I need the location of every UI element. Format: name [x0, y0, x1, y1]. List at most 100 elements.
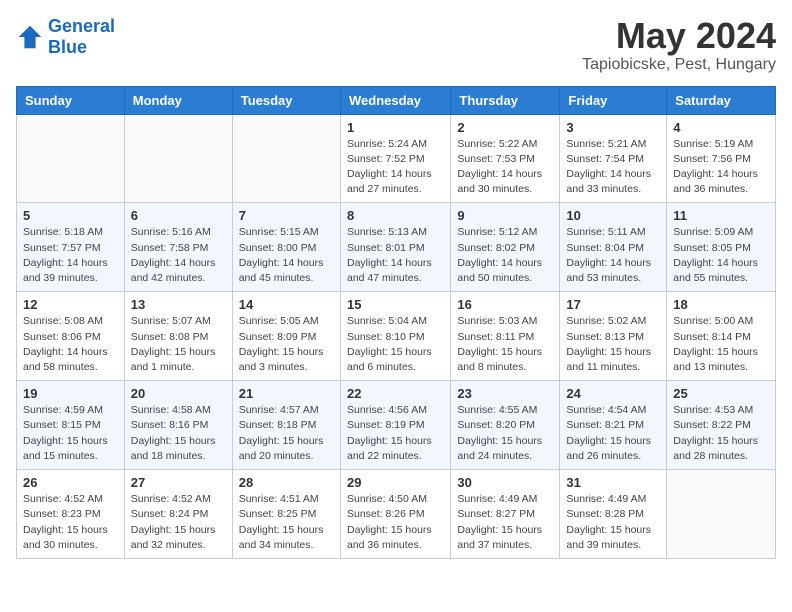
calendar-cell: 21 Sunrise: 4:57 AM Sunset: 8:18 PM Dayli… [232, 381, 340, 470]
calendar-cell: 23 Sunrise: 4:55 AM Sunset: 8:20 PM Dayli… [451, 381, 560, 470]
day-number: 23 [457, 386, 553, 401]
col-wednesday: Wednesday [340, 86, 450, 114]
calendar-table: Sunday Monday Tuesday Wednesday Thursday… [16, 86, 776, 559]
calendar-cell: 31Sunrise: 4:49 AM Sunset: 8:28 PM Dayli… [560, 470, 667, 559]
day-info: Sunrise: 4:51 AM Sunset: 8:25 PM Dayligh… [239, 492, 334, 553]
day-number: 19 [23, 386, 118, 401]
day-number: 5 [23, 208, 118, 223]
day-info: Sunrise: 4:58 AM Sunset: 8:16 PM Dayligh… [131, 403, 226, 464]
calendar-cell: 28 Sunrise: 4:51 AM Sunset: 8:25 PM Dayli… [232, 470, 340, 559]
col-monday: Monday [124, 86, 232, 114]
calendar-cell: 25 Sunrise: 4:53 AM Sunset: 8:22 PM Dayli… [667, 381, 776, 470]
logo-text: General Blue [48, 16, 115, 58]
calendar-week-row: 5Sunrise: 5:18 AM Sunset: 7:57 PM Daylig… [17, 203, 776, 292]
day-info: Sunrise: 5:15 AM Sunset: 8:00 PM Dayligh… [239, 225, 334, 286]
day-number: 26 [23, 475, 118, 490]
day-number: 22 [347, 386, 444, 401]
calendar-cell: 4 Sunrise: 5:19 AM Sunset: 7:56 PM Daylig… [667, 114, 776, 203]
calendar-cell [17, 114, 125, 203]
day-number: 31 [566, 475, 660, 490]
day-number: 9 [457, 208, 553, 223]
day-number: 3 [566, 120, 660, 135]
calendar-cell: 26 Sunrise: 4:52 AM Sunset: 8:23 PM Dayli… [17, 470, 125, 559]
day-info: Sunrise: 5:08 AM Sunset: 8:06 PM Dayligh… [23, 314, 118, 375]
calendar-cell: 15 Sunrise: 5:04 AM Sunset: 8:10 PM Dayli… [340, 292, 450, 381]
col-thursday: Thursday [451, 86, 560, 114]
day-info: Sunrise: 5:09 AM Sunset: 8:05 PM Dayligh… [673, 225, 769, 286]
logo-icon [16, 23, 44, 51]
calendar-cell: 8 Sunrise: 5:13 AM Sunset: 8:01 PM Daylig… [340, 203, 450, 292]
day-number: 28 [239, 475, 334, 490]
day-info: Sunrise: 5:19 AM Sunset: 7:56 PM Dayligh… [673, 137, 769, 198]
calendar-cell [667, 470, 776, 559]
calendar-cell: 22Sunrise: 4:56 AM Sunset: 8:19 PM Dayli… [340, 381, 450, 470]
calendar-cell: 10 Sunrise: 5:11 AM Sunset: 8:04 PM Dayli… [560, 203, 667, 292]
calendar-cell: 17Sunrise: 5:02 AM Sunset: 8:13 PM Dayli… [560, 292, 667, 381]
title-block: May 2024 Tapiobicske, Pest, Hungary [582, 16, 776, 74]
calendar-cell: 27 Sunrise: 4:52 AM Sunset: 8:24 PM Dayli… [124, 470, 232, 559]
day-info: Sunrise: 4:52 AM Sunset: 8:24 PM Dayligh… [131, 492, 226, 553]
day-number: 18 [673, 297, 769, 312]
day-number: 29 [347, 475, 444, 490]
day-info: Sunrise: 4:55 AM Sunset: 8:20 PM Dayligh… [457, 403, 553, 464]
col-tuesday: Tuesday [232, 86, 340, 114]
day-info: Sunrise: 5:22 AM Sunset: 7:53 PM Dayligh… [457, 137, 553, 198]
day-number: 15 [347, 297, 444, 312]
calendar-cell: 2 Sunrise: 5:22 AM Sunset: 7:53 PM Daylig… [451, 114, 560, 203]
day-number: 4 [673, 120, 769, 135]
day-info: Sunrise: 5:16 AM Sunset: 7:58 PM Dayligh… [131, 225, 226, 286]
day-info: Sunrise: 5:07 AM Sunset: 8:08 PM Dayligh… [131, 314, 226, 375]
calendar-cell [124, 114, 232, 203]
calendar-cell: 11Sunrise: 5:09 AM Sunset: 8:05 PM Dayli… [667, 203, 776, 292]
col-saturday: Saturday [667, 86, 776, 114]
month-title: May 2024 [582, 16, 776, 56]
calendar-cell: 7 Sunrise: 5:15 AM Sunset: 8:00 PM Daylig… [232, 203, 340, 292]
day-number: 16 [457, 297, 553, 312]
day-number: 20 [131, 386, 226, 401]
col-sunday: Sunday [17, 86, 125, 114]
day-info: Sunrise: 5:11 AM Sunset: 8:04 PM Dayligh… [566, 225, 660, 286]
day-info: Sunrise: 4:59 AM Sunset: 8:15 PM Dayligh… [23, 403, 118, 464]
day-info: Sunrise: 4:52 AM Sunset: 8:23 PM Dayligh… [23, 492, 118, 553]
day-info: Sunrise: 5:00 AM Sunset: 8:14 PM Dayligh… [673, 314, 769, 375]
day-info: Sunrise: 5:05 AM Sunset: 8:09 PM Dayligh… [239, 314, 334, 375]
logo: General Blue [16, 16, 115, 58]
day-number: 2 [457, 120, 553, 135]
day-number: 13 [131, 297, 226, 312]
day-info: Sunrise: 5:04 AM Sunset: 8:10 PM Dayligh… [347, 314, 444, 375]
day-number: 14 [239, 297, 334, 312]
day-info: Sunrise: 4:54 AM Sunset: 8:21 PM Dayligh… [566, 403, 660, 464]
day-number: 1 [347, 120, 444, 135]
day-info: Sunrise: 4:50 AM Sunset: 8:26 PM Dayligh… [347, 492, 444, 553]
calendar-cell: 19 Sunrise: 4:59 AM Sunset: 8:15 PM Dayli… [17, 381, 125, 470]
calendar-cell: 18 Sunrise: 5:00 AM Sunset: 8:14 PM Dayli… [667, 292, 776, 381]
day-number: 10 [566, 208, 660, 223]
day-number: 27 [131, 475, 226, 490]
calendar-cell: 13 Sunrise: 5:07 AM Sunset: 8:08 PM Dayli… [124, 292, 232, 381]
day-info: Sunrise: 5:24 AM Sunset: 7:52 PM Dayligh… [347, 137, 444, 198]
day-number: 12 [23, 297, 118, 312]
day-number: 8 [347, 208, 444, 223]
calendar-cell: 6Sunrise: 5:16 AM Sunset: 7:58 PM Daylig… [124, 203, 232, 292]
page-header: General Blue May 2024 Tapiobicske, Pest,… [16, 16, 776, 74]
col-friday: Friday [560, 86, 667, 114]
day-info: Sunrise: 5:21 AM Sunset: 7:54 PM Dayligh… [566, 137, 660, 198]
calendar-cell: 1 Sunrise: 5:24 AM Sunset: 7:52 PM Daylig… [340, 114, 450, 203]
calendar-week-row: 12 Sunrise: 5:08 AM Sunset: 8:06 PM Dayli… [17, 292, 776, 381]
calendar-cell: 29 Sunrise: 4:50 AM Sunset: 8:26 PM Dayli… [340, 470, 450, 559]
day-info: Sunrise: 4:57 AM Sunset: 8:18 PM Dayligh… [239, 403, 334, 464]
calendar-cell: 14 Sunrise: 5:05 AM Sunset: 8:09 PM Dayli… [232, 292, 340, 381]
day-number: 21 [239, 386, 334, 401]
day-info: Sunrise: 5:12 AM Sunset: 8:02 PM Dayligh… [457, 225, 553, 286]
day-info: Sunrise: 4:53 AM Sunset: 8:22 PM Dayligh… [673, 403, 769, 464]
calendar-week-row: 1 Sunrise: 5:24 AM Sunset: 7:52 PM Daylig… [17, 114, 776, 203]
day-info: Sunrise: 4:49 AM Sunset: 8:27 PM Dayligh… [457, 492, 553, 553]
calendar-cell: 30 Sunrise: 4:49 AM Sunset: 8:27 PM Dayli… [451, 470, 560, 559]
calendar-week-row: 19 Sunrise: 4:59 AM Sunset: 8:15 PM Dayli… [17, 381, 776, 470]
day-number: 7 [239, 208, 334, 223]
day-number: 25 [673, 386, 769, 401]
day-info: Sunrise: 5:13 AM Sunset: 8:01 PM Dayligh… [347, 225, 444, 286]
calendar-cell: 9 Sunrise: 5:12 AM Sunset: 8:02 PM Daylig… [451, 203, 560, 292]
day-number: 30 [457, 475, 553, 490]
calendar-header-row: Sunday Monday Tuesday Wednesday Thursday… [17, 86, 776, 114]
